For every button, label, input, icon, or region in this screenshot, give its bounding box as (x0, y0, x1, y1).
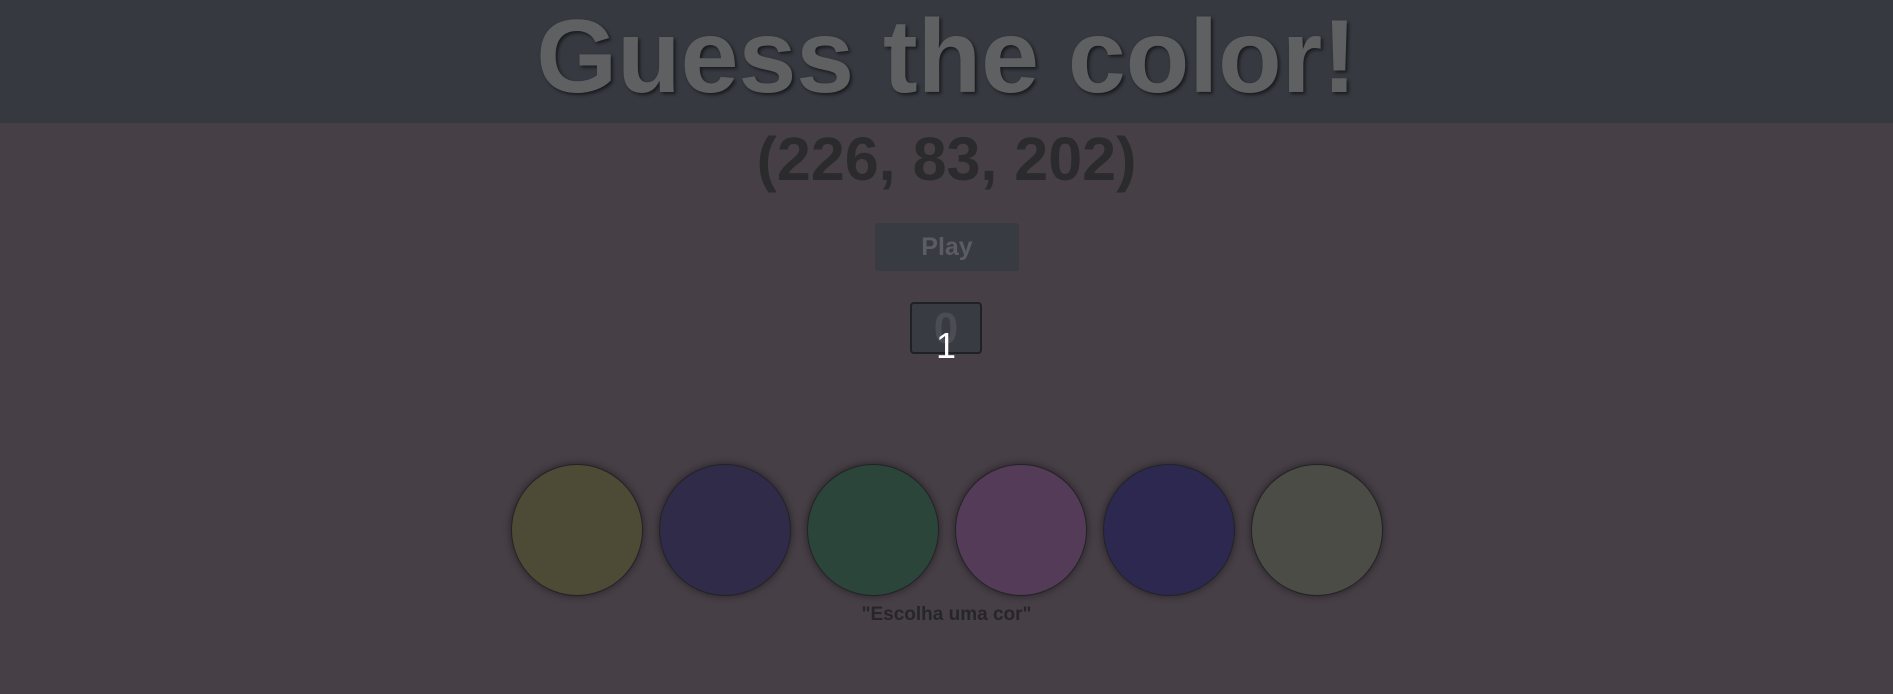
color-option-1[interactable] (511, 464, 643, 596)
overlay-number: 1 (935, 325, 957, 366)
color-option-2[interactable] (659, 464, 791, 596)
target-rgb-display: (226, 83, 202) (756, 125, 1137, 193)
status-message: "Escolha uma cor" (861, 604, 1032, 625)
page-title: Guess the color! (536, 0, 1357, 115)
color-option-3[interactable] (807, 464, 939, 596)
header: Guess the color! (0, 0, 1893, 123)
play-button[interactable]: Play (875, 223, 1019, 271)
color-option-4[interactable] (955, 464, 1087, 596)
color-option-6[interactable] (1251, 464, 1383, 596)
color-options (511, 464, 1383, 596)
color-option-5[interactable] (1103, 464, 1235, 596)
